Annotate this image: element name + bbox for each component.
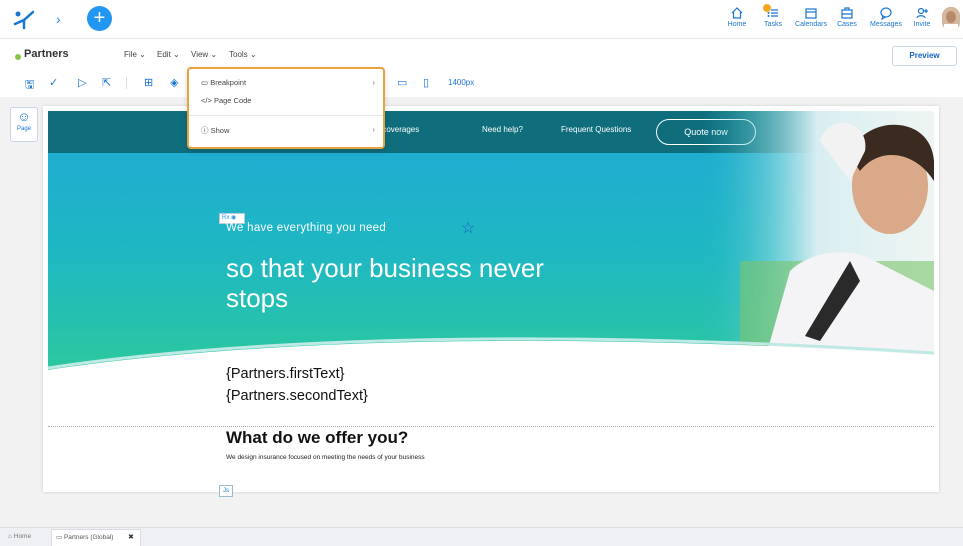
menu-item-breakpoint[interactable]: ▭ Breakpoint: [201, 78, 246, 87]
monitor-icon: ▭: [56, 534, 63, 541]
chevron-right-icon: ›: [372, 125, 375, 134]
first-text: {Partners.firstText}: [226, 366, 345, 382]
home-icon: ⌂: [8, 533, 12, 540]
menu-divider: [189, 115, 383, 116]
home-icon: [731, 7, 743, 19]
home-tab[interactable]: ⌂ Home: [8, 533, 31, 540]
invite-icon: [916, 7, 928, 19]
chevron-down-icon: ⌄: [139, 50, 146, 59]
hero-title: so that your business never stops: [226, 253, 544, 313]
document-menubar: Partners File ⌄ Edit ⌄ View ⌄ Tools ⌄ Pr…: [0, 39, 963, 73]
palette-icon: ☺: [17, 109, 31, 124]
chevron-down-icon: ⌄: [173, 50, 180, 59]
menu-file[interactable]: File ⌄: [124, 50, 146, 59]
eye-icon: ◉: [231, 215, 237, 221]
nav-calendars[interactable]: Calendars: [794, 6, 828, 28]
app-logo-icon[interactable]: [12, 8, 36, 30]
view-dropdown-menu: ▭ Breakpoint › </> Page Code ⓘ Show ›: [187, 67, 385, 149]
js-tag[interactable]: Js: [219, 485, 233, 497]
menu-view[interactable]: View ⌄: [191, 50, 217, 59]
layers-icon[interactable]: ◈: [170, 76, 178, 89]
nav-link-faq[interactable]: Frequent Questions: [561, 125, 631, 134]
notification-badge: [763, 4, 771, 12]
monitor-icon: ▭: [201, 78, 209, 87]
toolbar: 🖫 ✓ ▷ ⇱ ⊞ ◈ ▭ ▯ 1400px: [0, 73, 963, 95]
code-icon: </>: [201, 96, 212, 105]
calendar-icon: [805, 8, 817, 19]
menu-item-page-code[interactable]: </> Page Code: [201, 96, 251, 105]
menu-item-show[interactable]: ⓘ Show: [201, 125, 229, 136]
tablet-icon[interactable]: ▭: [397, 76, 407, 89]
status-dot: [15, 54, 21, 60]
page-title: Partners: [24, 48, 69, 60]
chevron-down-icon: ⌄: [249, 50, 257, 59]
nav-label: Home: [727, 21, 747, 28]
nav-tasks[interactable]: Tasks: [759, 4, 787, 28]
nav-label: Tasks: [764, 21, 782, 28]
nav-home[interactable]: Home: [726, 6, 748, 28]
nav-label: Cases: [837, 21, 857, 28]
nav-label: Invite: [913, 21, 931, 28]
mobile-icon[interactable]: ▯: [423, 76, 429, 89]
export-icon[interactable]: ⇱: [102, 76, 111, 89]
close-icon[interactable]: ✖: [128, 533, 134, 541]
save-icon[interactable]: 🖫: [25, 76, 34, 95]
width-label: 1400px: [448, 78, 475, 87]
nav-cases[interactable]: Cases: [835, 6, 859, 28]
cases-icon: [841, 7, 853, 19]
add-button[interactable]: +: [87, 6, 112, 31]
nav-invite[interactable]: Invite: [911, 6, 933, 28]
nav-link-help[interactable]: Need help?: [482, 125, 523, 134]
section-divider: [48, 426, 934, 427]
check-icon[interactable]: ✓: [49, 76, 58, 89]
nav-label: Messages: [870, 21, 902, 28]
page-button[interactable]: ☺ Page: [10, 107, 38, 142]
menu-tools[interactable]: Tools ⌄: [229, 50, 257, 59]
page-button-label: Page: [16, 126, 31, 132]
offer-title: What do we offer you?: [226, 428, 409, 447]
chevron-right-icon: ›: [372, 78, 375, 87]
info-icon: ⓘ: [201, 126, 209, 135]
hero-wave: [48, 337, 934, 380]
status-bar: ⌂ Home ▭ Partners (Global) ✖: [0, 527, 963, 546]
offer-subtitle: We design insurance focused on meeting t…: [226, 454, 425, 461]
top-bar: › + Home Tasks Calendars Cases Messages …: [0, 0, 963, 39]
nav-label: Calendars: [795, 21, 827, 28]
star-icon[interactable]: ☆: [461, 218, 475, 238]
menu-edit[interactable]: Edit ⌄: [157, 50, 180, 59]
user-avatar[interactable]: [942, 7, 960, 31]
nav-messages[interactable]: Messages: [868, 6, 904, 28]
toolbar-divider: [126, 77, 127, 89]
play-icon[interactable]: ▷: [78, 76, 86, 89]
messages-icon: [880, 7, 892, 20]
chevron-right-icon[interactable]: ›: [56, 11, 61, 27]
chevron-down-icon: ⌄: [210, 50, 218, 59]
second-text: {Partners.secondText}: [226, 388, 368, 404]
hero-subtitle: We have everything you need: [226, 222, 387, 234]
preview-button[interactable]: Preview: [892, 46, 957, 66]
tab-label: ▭ Partners (Global): [56, 534, 114, 541]
components-icon[interactable]: ⊞: [144, 76, 153, 89]
